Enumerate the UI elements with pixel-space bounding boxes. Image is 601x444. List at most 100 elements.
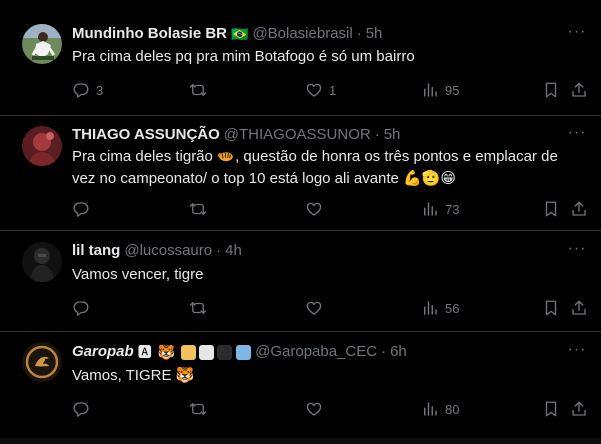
reply-button[interactable]	[72, 298, 90, 318]
more-icon[interactable]: ···	[567, 241, 587, 263]
bookmark-icon	[542, 200, 560, 218]
user-handle[interactable]: @lucossauro	[124, 241, 212, 261]
avatar[interactable]	[22, 24, 62, 64]
reply-button[interactable]: 3	[72, 80, 103, 100]
heart-icon	[305, 400, 323, 418]
user-handle[interactable]: @Bolasiebrasil	[252, 24, 352, 44]
like-count: 1	[329, 82, 337, 98]
view-count: 73	[445, 201, 460, 217]
bookmark-button[interactable]	[542, 199, 560, 219]
retweet-button[interactable]	[189, 399, 207, 419]
tweet-feed: Mundinho Bolasie BR 🇧🇷 @Bolasiebrasil · …	[0, 0, 601, 444]
view-count: 56	[445, 300, 460, 316]
reply-icon	[72, 200, 90, 218]
tweet[interactable]: lil tang @lucossauro · 4h ··· Vamos venc…	[0, 231, 601, 332]
tweet-text: Vamos vencer, tigre	[72, 266, 204, 283]
tweet-header: lil tang @lucossauro · 4h	[72, 241, 561, 261]
reply-icon	[72, 299, 90, 317]
brazil-flag-icon: 🇧🇷	[231, 26, 249, 42]
retweet-icon	[189, 299, 207, 317]
reply-count: 3	[96, 82, 104, 98]
white-square-icon	[199, 344, 215, 360]
views-button[interactable]: 80	[421, 399, 459, 419]
more-icon[interactable]: ···	[567, 125, 587, 147]
tweet-actions: 3 1 95	[72, 80, 589, 100]
bookmark-button[interactable]	[542, 399, 560, 419]
bookmark-button[interactable]	[542, 80, 560, 100]
avatar[interactable]	[22, 126, 62, 166]
views-icon	[421, 400, 439, 418]
tweet[interactable]: Mundinho Bolasie BR 🇧🇷 @Bolasiebrasil · …	[0, 0, 601, 116]
avatar[interactable]	[22, 342, 62, 382]
tiger-icon	[217, 149, 235, 163]
share-button[interactable]	[570, 399, 588, 419]
share-icon	[570, 400, 588, 418]
bookmark-icon	[542, 400, 560, 418]
views-button[interactable]: 73	[421, 199, 459, 219]
tweet-actions: 56	[72, 298, 589, 318]
tweet-header: Mundinho Bolasie BR 🇧🇷 @Bolasiebrasil · …	[72, 24, 561, 44]
reply-icon	[72, 400, 90, 418]
separator: ·	[356, 25, 362, 42]
reply-button[interactable]	[72, 199, 90, 219]
tweet-header: THIAGO ASSUNÇÃO @THIAGOASSUNOR · 5h	[72, 125, 561, 145]
tweet-text-part: Pra cima deles tigrão	[72, 148, 218, 165]
surfer-icon	[236, 344, 252, 360]
like-button[interactable]	[305, 298, 323, 318]
timestamp[interactable]: 4h	[225, 241, 242, 261]
tweet[interactable]: Garopab 🅰 🐯 @Garopaba_CEC · 6h ··· Vamos…	[0, 332, 601, 438]
heart-icon	[305, 299, 323, 317]
display-name[interactable]: Mundinho Bolasie BR	[72, 24, 227, 44]
like-button[interactable]	[305, 199, 323, 219]
tweet-text: Pra cima deles pq pra mim Botafogo é só …	[72, 48, 415, 65]
tweet-text-part: vez no campeonato/ o top 10 está logo al…	[72, 170, 404, 187]
share-icon	[570, 81, 588, 99]
tweet-text-part: , questão de honra os três pontos e empl…	[235, 148, 558, 165]
share-icon	[570, 299, 588, 317]
timestamp[interactable]: 5h	[384, 125, 401, 145]
like-button[interactable]: 1	[305, 80, 336, 100]
retweet-icon	[189, 81, 207, 99]
tweet-text: Vamos, TIGRE 🐯	[72, 365, 581, 387]
more-icon[interactable]: ···	[567, 342, 587, 364]
separator: ·	[374, 126, 380, 143]
tweet[interactable]: THIAGO ASSUNÇÃO @THIAGOASSUNOR · 5h ··· …	[0, 116, 601, 231]
retweet-button[interactable]	[189, 298, 207, 318]
tweet-text-part: Vamos, TIGRE	[72, 367, 176, 384]
more-icon[interactable]: ···	[567, 24, 587, 46]
views-button[interactable]: 56	[421, 298, 459, 318]
tweet-header: Garopab 🅰 🐯 @Garopaba_CEC · 6h	[72, 342, 561, 362]
share-button[interactable]	[570, 80, 588, 100]
views-icon	[421, 299, 439, 317]
like-button[interactable]	[305, 399, 323, 419]
views-icon	[421, 81, 439, 99]
separator: ·	[216, 242, 222, 259]
timestamp[interactable]: 5h	[366, 24, 383, 44]
share-button[interactable]	[570, 298, 588, 318]
bookmark-icon	[542, 81, 560, 99]
timestamp[interactable]: 6h	[390, 342, 407, 362]
letter-a-badge-icon: 🅰	[137, 344, 152, 360]
retweet-button[interactable]	[189, 199, 207, 219]
black-square-icon	[217, 344, 233, 360]
share-button[interactable]	[570, 199, 588, 219]
bookmark-button[interactable]	[542, 298, 560, 318]
retweet-icon	[189, 400, 207, 418]
share-icon	[570, 200, 588, 218]
display-name[interactable]: Garopab	[72, 342, 134, 362]
views-button[interactable]: 95	[421, 80, 459, 100]
tweet-text: Pra cima deles tigrão , questão de honra…	[72, 146, 581, 190]
yellow-square-icon	[181, 344, 197, 360]
reply-icon	[72, 81, 90, 99]
display-name[interactable]: THIAGO ASSUNÇÃO	[72, 125, 220, 145]
heart-icon	[305, 81, 323, 99]
tweet-actions: 73	[72, 199, 589, 219]
retweet-button[interactable]	[189, 80, 207, 100]
user-handle[interactable]: @THIAGOASSUNOR	[224, 125, 371, 145]
reply-button[interactable]	[72, 399, 90, 419]
display-name[interactable]: lil tang	[72, 241, 120, 261]
tiger-face-icon: 🐯	[157, 344, 176, 360]
avatar[interactable]	[22, 242, 62, 282]
user-handle[interactable]: @Garopaba_CEC	[255, 342, 377, 362]
tweet-actions: 80	[72, 399, 589, 419]
